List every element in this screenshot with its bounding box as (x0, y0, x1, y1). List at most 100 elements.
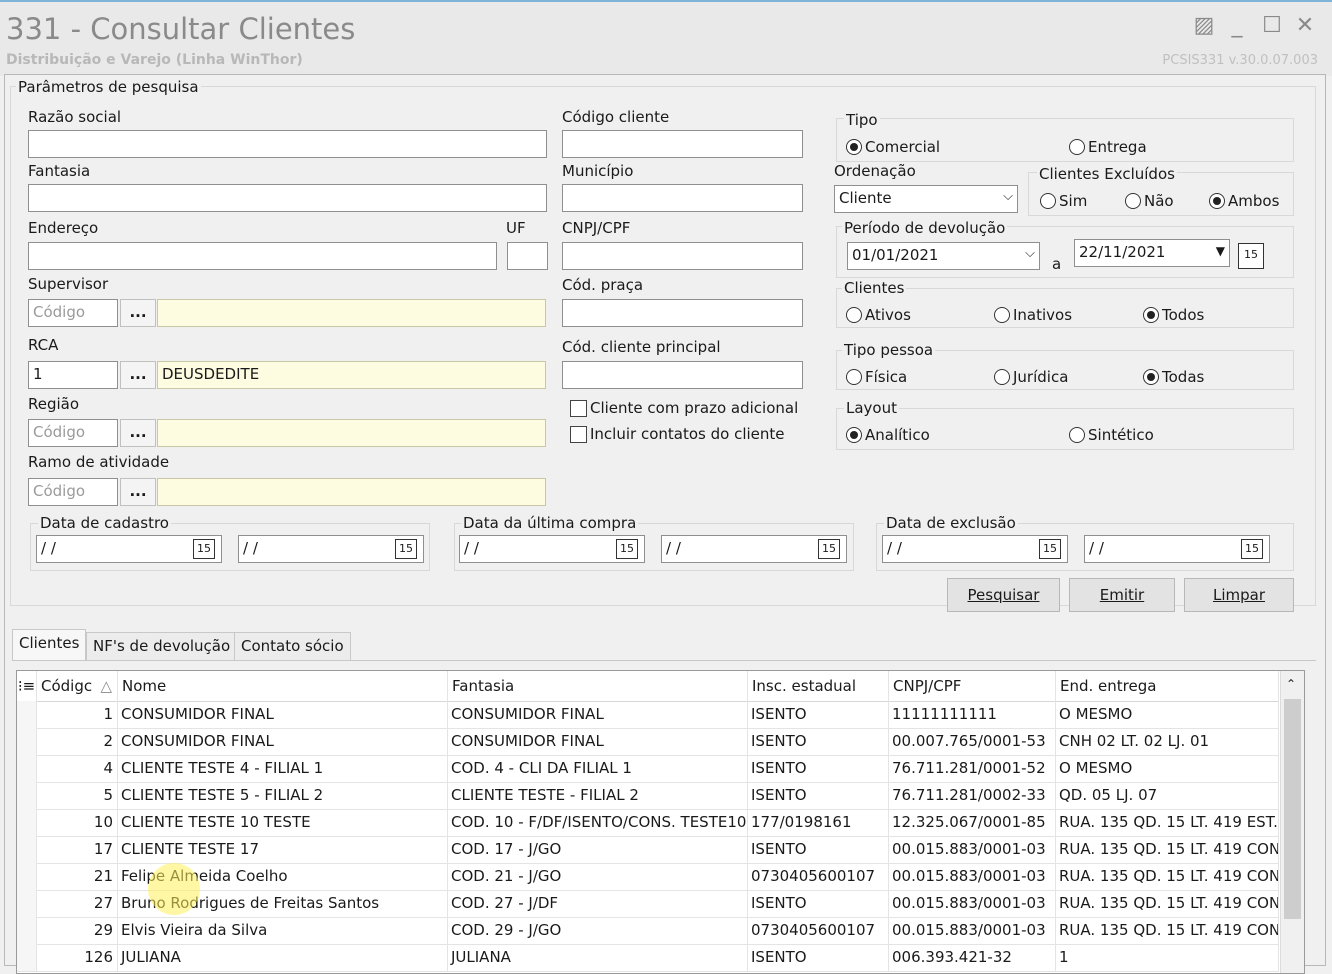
table-row[interactable]: 1 CONSUMIDOR FINAL CONSUMIDOR FINAL ISENTO 1… (17, 701, 1279, 729)
scroll-thumb[interactable] (1284, 699, 1301, 919)
calendar-icon[interactable]: 15 (1241, 539, 1263, 559)
ramo-lookup-button[interactable]: ... (120, 478, 156, 506)
clientes-grid[interactable]: ⁝≡ Códigc △ Nome Fantasia Insc. estadual … (16, 670, 1305, 974)
periodo-to-input[interactable]: 22/11/2021 ▼ (1074, 239, 1230, 267)
scroll-up-icon[interactable]: ⌃ (1286, 677, 1296, 691)
clientes-ativos-radio[interactable]: Ativos (846, 306, 911, 324)
col-header-nome[interactable]: Nome (118, 671, 448, 701)
cnpj-cpf-input[interactable] (562, 242, 803, 270)
supervisor-code-input[interactable]: Código (28, 299, 118, 327)
rca-lookup-button[interactable]: ... (120, 361, 156, 389)
limpar-button[interactable]: Limpar (1184, 578, 1294, 612)
cod-praca-label: Cód. praça (562, 276, 644, 294)
col-header-cnpj-cpf[interactable]: CNPJ/CPF (889, 671, 1056, 701)
tipo-entrega-radio[interactable]: Entrega (1069, 138, 1147, 156)
calendar-icon[interactable]: 15 (818, 539, 840, 559)
data-ultima-compra-from-input[interactable]: / / 15 (459, 535, 645, 563)
chevron-down-icon: ⌵ (1003, 189, 1013, 204)
cell-cnpj-cpf: 00.015.883/0001-03 (889, 890, 1056, 917)
ordenacao-value: Cliente (839, 189, 892, 207)
col-header-fantasia[interactable]: Fantasia (448, 671, 748, 701)
cell-nome: CLIENTE TESTE 5 - FILIAL 2 (118, 782, 448, 809)
supervisor-lookup-button[interactable]: ... (120, 299, 156, 327)
cod-praca-input[interactable] (562, 299, 803, 327)
excluidos-nao-radio[interactable]: Não (1125, 192, 1174, 210)
table-row[interactable]: 2 CONSUMIDOR FINAL CONSUMIDOR FINAL ISENTO 0… (17, 728, 1279, 756)
periodo-from-input[interactable]: 01/01/2021 ⌵ (847, 242, 1040, 270)
close-icon[interactable]: ✕ (1293, 14, 1317, 38)
table-row[interactable]: 21 Felipe Almeida Coelho COD. 21 - J/GO 073… (17, 863, 1279, 891)
rca-code-input[interactable]: 1 (28, 361, 118, 389)
prazo-adicional-checkbox[interactable]: Cliente com prazo adicional (570, 399, 798, 417)
excluidos-sim-radio[interactable]: Sim (1040, 192, 1087, 210)
cell-insc-estadual: ISENTO (748, 890, 889, 917)
tab-nfs-devolucao[interactable]: NF's de devolução (86, 632, 238, 660)
codigo-cliente-input[interactable] (562, 130, 803, 158)
layout-analitico-label: Analítico (865, 426, 930, 444)
codigo-cliente-label: Código cliente (562, 108, 670, 126)
col-header-insc-estadual[interactable]: Insc. estadual (748, 671, 889, 701)
rca-desc: DEUSDEDITE (157, 361, 546, 389)
layout-analitico-radio[interactable]: Analítico (846, 426, 930, 444)
uf-input[interactable] (507, 242, 548, 270)
tab-clientes[interactable]: Clientes (12, 629, 87, 661)
radio-selected-icon (846, 139, 862, 155)
pessoa-todas-radio[interactable]: Todas (1143, 368, 1204, 386)
table-row[interactable]: 17 CLIENTE TESTE 17 COD. 17 - J/GO ISENTO 00… (17, 836, 1279, 864)
emitir-button[interactable]: Emitir (1069, 578, 1175, 612)
municipio-input[interactable] (562, 184, 803, 212)
layout-sintetico-radio[interactable]: Sintético (1069, 426, 1154, 444)
excluidos-sim-label: Sim (1059, 192, 1088, 210)
calendar-icon[interactable]: 15 (1039, 539, 1061, 559)
col-header-codigo[interactable]: Códigc △ (37, 671, 118, 701)
data-exclusao-to-input[interactable]: / / 15 (1084, 535, 1270, 563)
cell-end-entrega: RUA. 135 QD. 15 LT. 419 CON (1056, 863, 1279, 890)
table-row[interactable]: 5 CLIENTE TESTE 5 - FILIAL 2 CLIENTE TESTE… (17, 782, 1279, 810)
tipo-comercial-radio[interactable]: Comercial (846, 138, 940, 156)
chevron-down-icon: ⌵ (1025, 246, 1035, 261)
table-row[interactable]: 27 Bruno Rodrigues de Freitas Santos COD. … (17, 890, 1279, 918)
cell-nome: Bruno Rodrigues de Freitas Santos (118, 890, 448, 917)
pessoa-fisica-radio[interactable]: Física (846, 368, 907, 386)
grid-vertical-scrollbar[interactable]: ⌃ (1280, 671, 1304, 973)
table-row[interactable]: 4 CLIENTE TESTE 4 - FILIAL 1 COD. 4 - CLI … (17, 755, 1279, 783)
pessoa-juridica-radio[interactable]: Jurídica (994, 368, 1068, 386)
restore-icon[interactable]: ▨ (1192, 14, 1216, 38)
cell-end-entrega: 1 (1056, 944, 1279, 971)
endereco-input[interactable] (28, 242, 497, 270)
cell-fantasia: COD. 4 - CLI DA FILIAL 1 (448, 755, 748, 782)
maximize-icon[interactable]: ☐ (1260, 14, 1284, 38)
calendar-icon[interactable]: 15 (616, 539, 638, 559)
clientes-todos-radio[interactable]: Todos (1143, 306, 1204, 324)
cell-cnpj-cpf: 00.015.883/0001-03 (889, 917, 1056, 944)
cod-cliente-principal-input[interactable] (562, 361, 803, 389)
excluidos-nao-label: Não (1144, 192, 1174, 210)
cell-end-entrega: QD. 05 LJ. 07 (1056, 782, 1279, 809)
regiao-code-input[interactable]: Código (28, 419, 118, 447)
razao-social-input[interactable] (28, 130, 547, 158)
column-chooser-icon[interactable]: ⁝≡ (17, 671, 37, 701)
excluidos-ambos-radio[interactable]: Ambos (1209, 192, 1279, 210)
pesquisar-button[interactable]: Pesquisar (947, 578, 1060, 612)
table-row[interactable]: 10 CLIENTE TESTE 10 TESTE COD. 10 - F/DF/I… (17, 809, 1279, 837)
regiao-lookup-button[interactable]: ... (120, 419, 156, 447)
calendar-icon[interactable]: 15 (395, 539, 417, 559)
table-row[interactable]: 126 JULIANA JULIANA ISENTO 006.393.421-32 1 (17, 944, 1279, 972)
cell-codigo: 2 (37, 728, 118, 755)
data-ultima-compra-to-input[interactable]: / / 15 (661, 535, 847, 563)
ramo-code-input[interactable]: Código (28, 478, 118, 506)
data-cadastro-to-input[interactable]: / / 15 (238, 535, 424, 563)
col-header-end-entrega[interactable]: End. entrega (1056, 671, 1279, 701)
calendar-icon[interactable]: 15 (1238, 243, 1264, 269)
fantasia-input[interactable] (28, 184, 547, 212)
minimize-icon[interactable]: _ (1225, 14, 1249, 38)
tab-contato-socio[interactable]: Contato sócio (234, 632, 351, 660)
calendar-icon[interactable]: 15 (193, 539, 215, 559)
data-exclusao-from-input[interactable]: / / 15 (882, 535, 1068, 563)
incluir-contatos-checkbox[interactable]: Incluir contatos do cliente (570, 425, 785, 443)
row-indicator (17, 809, 37, 836)
ordenacao-select[interactable]: Cliente ⌵ (834, 185, 1018, 213)
table-row[interactable]: 29 Elvis Vieira da Silva COD. 29 - J/GO 073… (17, 917, 1279, 945)
clientes-inativos-radio[interactable]: Inativos (994, 306, 1072, 324)
data-cadastro-from-input[interactable]: / / 15 (36, 535, 222, 563)
